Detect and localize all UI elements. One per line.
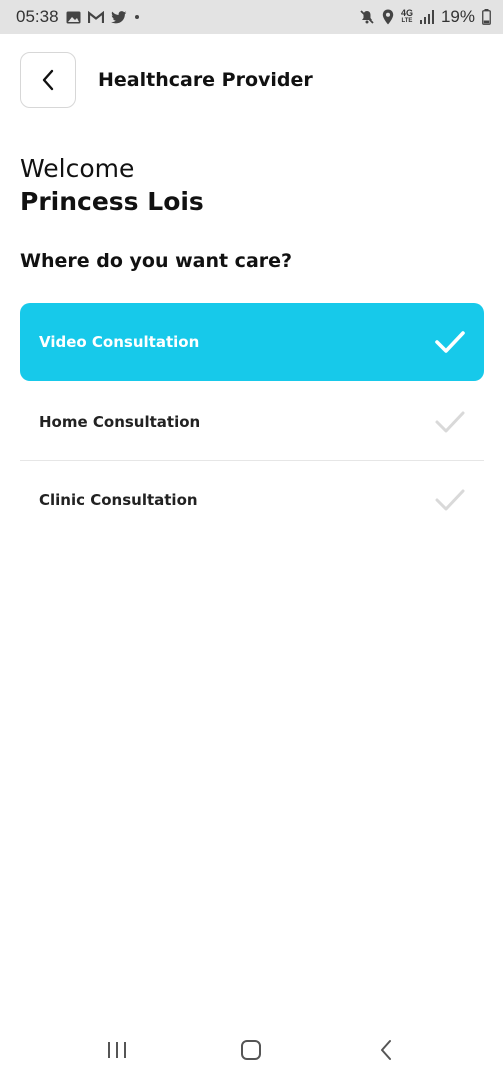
dot-icon	[134, 14, 140, 20]
status-bar: 05:38 4G LTE 19%	[0, 0, 503, 34]
option-home-consultation[interactable]: Home Consultation	[20, 383, 484, 461]
care-options-list: Video Consultation Home Consultation Cli…	[20, 303, 484, 539]
welcome-greeting: Welcome	[20, 154, 135, 183]
user-name: Princess Lois	[20, 187, 204, 216]
status-time: 05:38	[16, 7, 59, 26]
care-question: Where do you want care?	[20, 250, 293, 272]
mute-icon	[359, 9, 375, 25]
network-label: 4G	[400, 8, 413, 18]
back-icon	[379, 1039, 393, 1061]
status-right: 4G LTE 19%	[359, 7, 491, 27]
back-nav-button[interactable]	[366, 1030, 406, 1070]
signal-icon	[419, 10, 434, 24]
option-label: Clinic Consultation	[39, 491, 198, 509]
check-icon	[434, 330, 466, 354]
location-icon	[382, 9, 394, 25]
battery-icon	[482, 9, 491, 25]
gmail-icon	[87, 10, 104, 24]
option-video-consultation[interactable]: Video Consultation	[20, 303, 484, 381]
recents-button[interactable]	[97, 1030, 137, 1070]
page-title: Healthcare Provider	[98, 69, 313, 91]
network-sub: LTE	[401, 18, 413, 24]
home-button[interactable]	[231, 1030, 271, 1070]
gallery-icon	[66, 11, 81, 24]
check-icon	[434, 488, 466, 512]
system-nav-bar	[0, 1020, 503, 1080]
option-label: Video Consultation	[39, 333, 200, 351]
home-icon	[240, 1039, 262, 1061]
option-clinic-consultation[interactable]: Clinic Consultation	[20, 461, 484, 539]
back-button[interactable]	[20, 52, 76, 108]
header: Healthcare Provider	[20, 51, 313, 109]
option-label: Home Consultation	[39, 412, 201, 431]
network-type: 4G LTE	[401, 9, 413, 25]
chevron-left-icon	[41, 69, 55, 91]
status-left: 05:38	[16, 7, 140, 27]
twitter-icon	[110, 10, 127, 24]
recents-icon	[106, 1040, 128, 1060]
check-icon	[434, 410, 466, 434]
battery-percent: 19%	[440, 7, 475, 26]
